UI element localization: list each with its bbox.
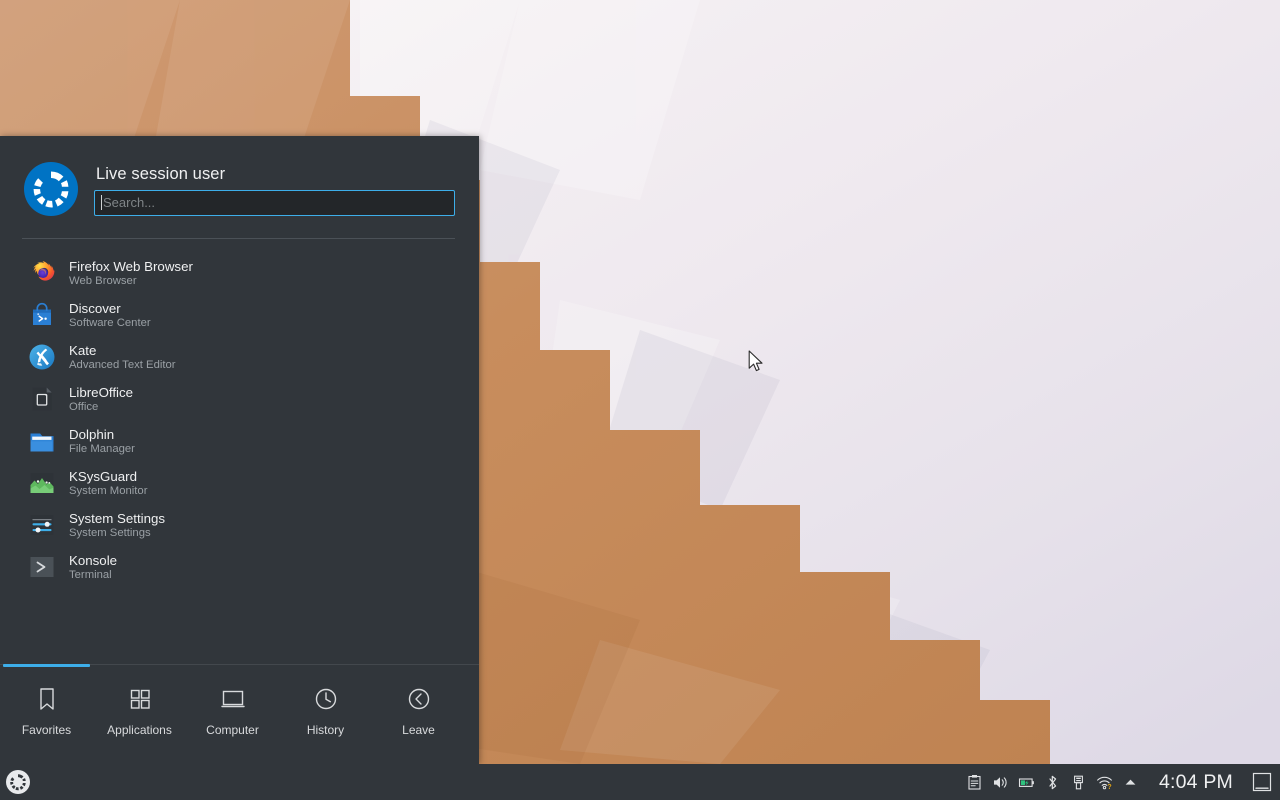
list-item[interactable]: Kate Advanced Text Editor: [0, 336, 479, 378]
tab-label: Leave: [402, 723, 435, 737]
dolphin-icon: [28, 427, 56, 455]
list-item[interactable]: LibreOffice Office: [0, 378, 479, 420]
leave-icon: [405, 685, 433, 713]
tab-label: Computer: [206, 723, 259, 737]
search-placeholder: Search...: [103, 195, 156, 210]
tab-leave[interactable]: Leave: [372, 665, 465, 764]
app-name: LibreOffice: [69, 384, 134, 400]
list-item[interactable]: System Settings System Settings: [0, 504, 479, 546]
app-description: System Settings: [69, 526, 151, 539]
application-launcher-button[interactable]: [0, 764, 36, 800]
app-description: Software Center: [69, 316, 151, 329]
system-tray: ?: [962, 764, 1146, 800]
tab-history[interactable]: History: [279, 665, 372, 764]
bookmark-icon: [33, 685, 61, 713]
app-description: Terminal: [69, 568, 112, 581]
libreoffice-icon: [28, 385, 56, 413]
app-name: Discover: [69, 300, 121, 316]
tab-computer[interactable]: Computer: [186, 665, 279, 764]
clipboard-icon[interactable]: [962, 764, 988, 800]
show-desktop-button[interactable]: [1244, 764, 1280, 800]
desktop: Live session user Search... Firefox Web …: [0, 0, 1280, 800]
tab-label: Applications: [107, 723, 172, 737]
menu-tab-bar: Favorites Applications Computer History …: [0, 664, 479, 764]
monitor-icon: [219, 685, 247, 713]
firefox-icon: [28, 259, 56, 287]
search-input[interactable]: Search...: [94, 189, 455, 216]
kubuntu-logo: [22, 160, 80, 218]
task-manager-area[interactable]: [36, 764, 962, 800]
discover-icon: [28, 301, 56, 329]
system-settings-icon: [28, 511, 56, 539]
clock-icon: [312, 685, 340, 713]
text-caret: [101, 195, 102, 210]
current-user-name: Live session user: [96, 164, 226, 183]
svg-text:?: ?: [1108, 784, 1112, 791]
wifi-unknown-icon[interactable]: ?: [1092, 764, 1118, 800]
bluetooth-icon[interactable]: [1040, 764, 1066, 800]
list-item[interactable]: KSysGuard System Monitor: [0, 462, 479, 504]
app-description: Advanced Text Editor: [69, 358, 176, 371]
application-launcher-menu: Live session user Search... Firefox Web …: [0, 136, 479, 764]
digital-clock[interactable]: 4:04 PM: [1146, 771, 1244, 793]
app-description: System Monitor: [69, 484, 148, 497]
battery-icon[interactable]: [1014, 764, 1040, 800]
app-name: Dolphin: [69, 426, 115, 442]
kate-icon: [28, 343, 56, 371]
konsole-icon: [28, 553, 56, 581]
show-hidden-icons-icon[interactable]: [1118, 764, 1144, 800]
grid-icon: [126, 685, 154, 713]
list-item[interactable]: Dolphin File Manager: [0, 420, 479, 462]
ksysguard-icon: [28, 469, 56, 497]
tab-favorites[interactable]: Favorites: [0, 664, 93, 764]
list-item[interactable]: Discover Software Center: [0, 294, 479, 336]
tab-applications[interactable]: Applications: [93, 665, 186, 764]
app-name: Firefox Web Browser: [69, 258, 193, 274]
usb-device-icon[interactable]: [1066, 764, 1092, 800]
app-description: Web Browser: [69, 274, 137, 287]
list-item[interactable]: Konsole Terminal: [0, 546, 479, 588]
app-description: File Manager: [69, 442, 135, 455]
menu-header: Live session user Search...: [0, 136, 479, 224]
app-name: Konsole: [69, 552, 118, 568]
volume-icon[interactable]: [988, 764, 1014, 800]
list-item[interactable]: Firefox Web Browser Web Browser: [0, 252, 479, 294]
app-name: System Settings: [69, 510, 166, 526]
tab-label: History: [306, 723, 345, 737]
app-name: Kate: [69, 342, 97, 358]
taskbar-panel: ? 4:04 PM: [0, 764, 1280, 800]
app-name: KSysGuard: [69, 468, 137, 484]
favorites-list: Firefox Web Browser Web Browser Discover…: [0, 239, 479, 664]
app-description: Office: [69, 400, 99, 413]
tab-label: Favorites: [21, 723, 72, 737]
